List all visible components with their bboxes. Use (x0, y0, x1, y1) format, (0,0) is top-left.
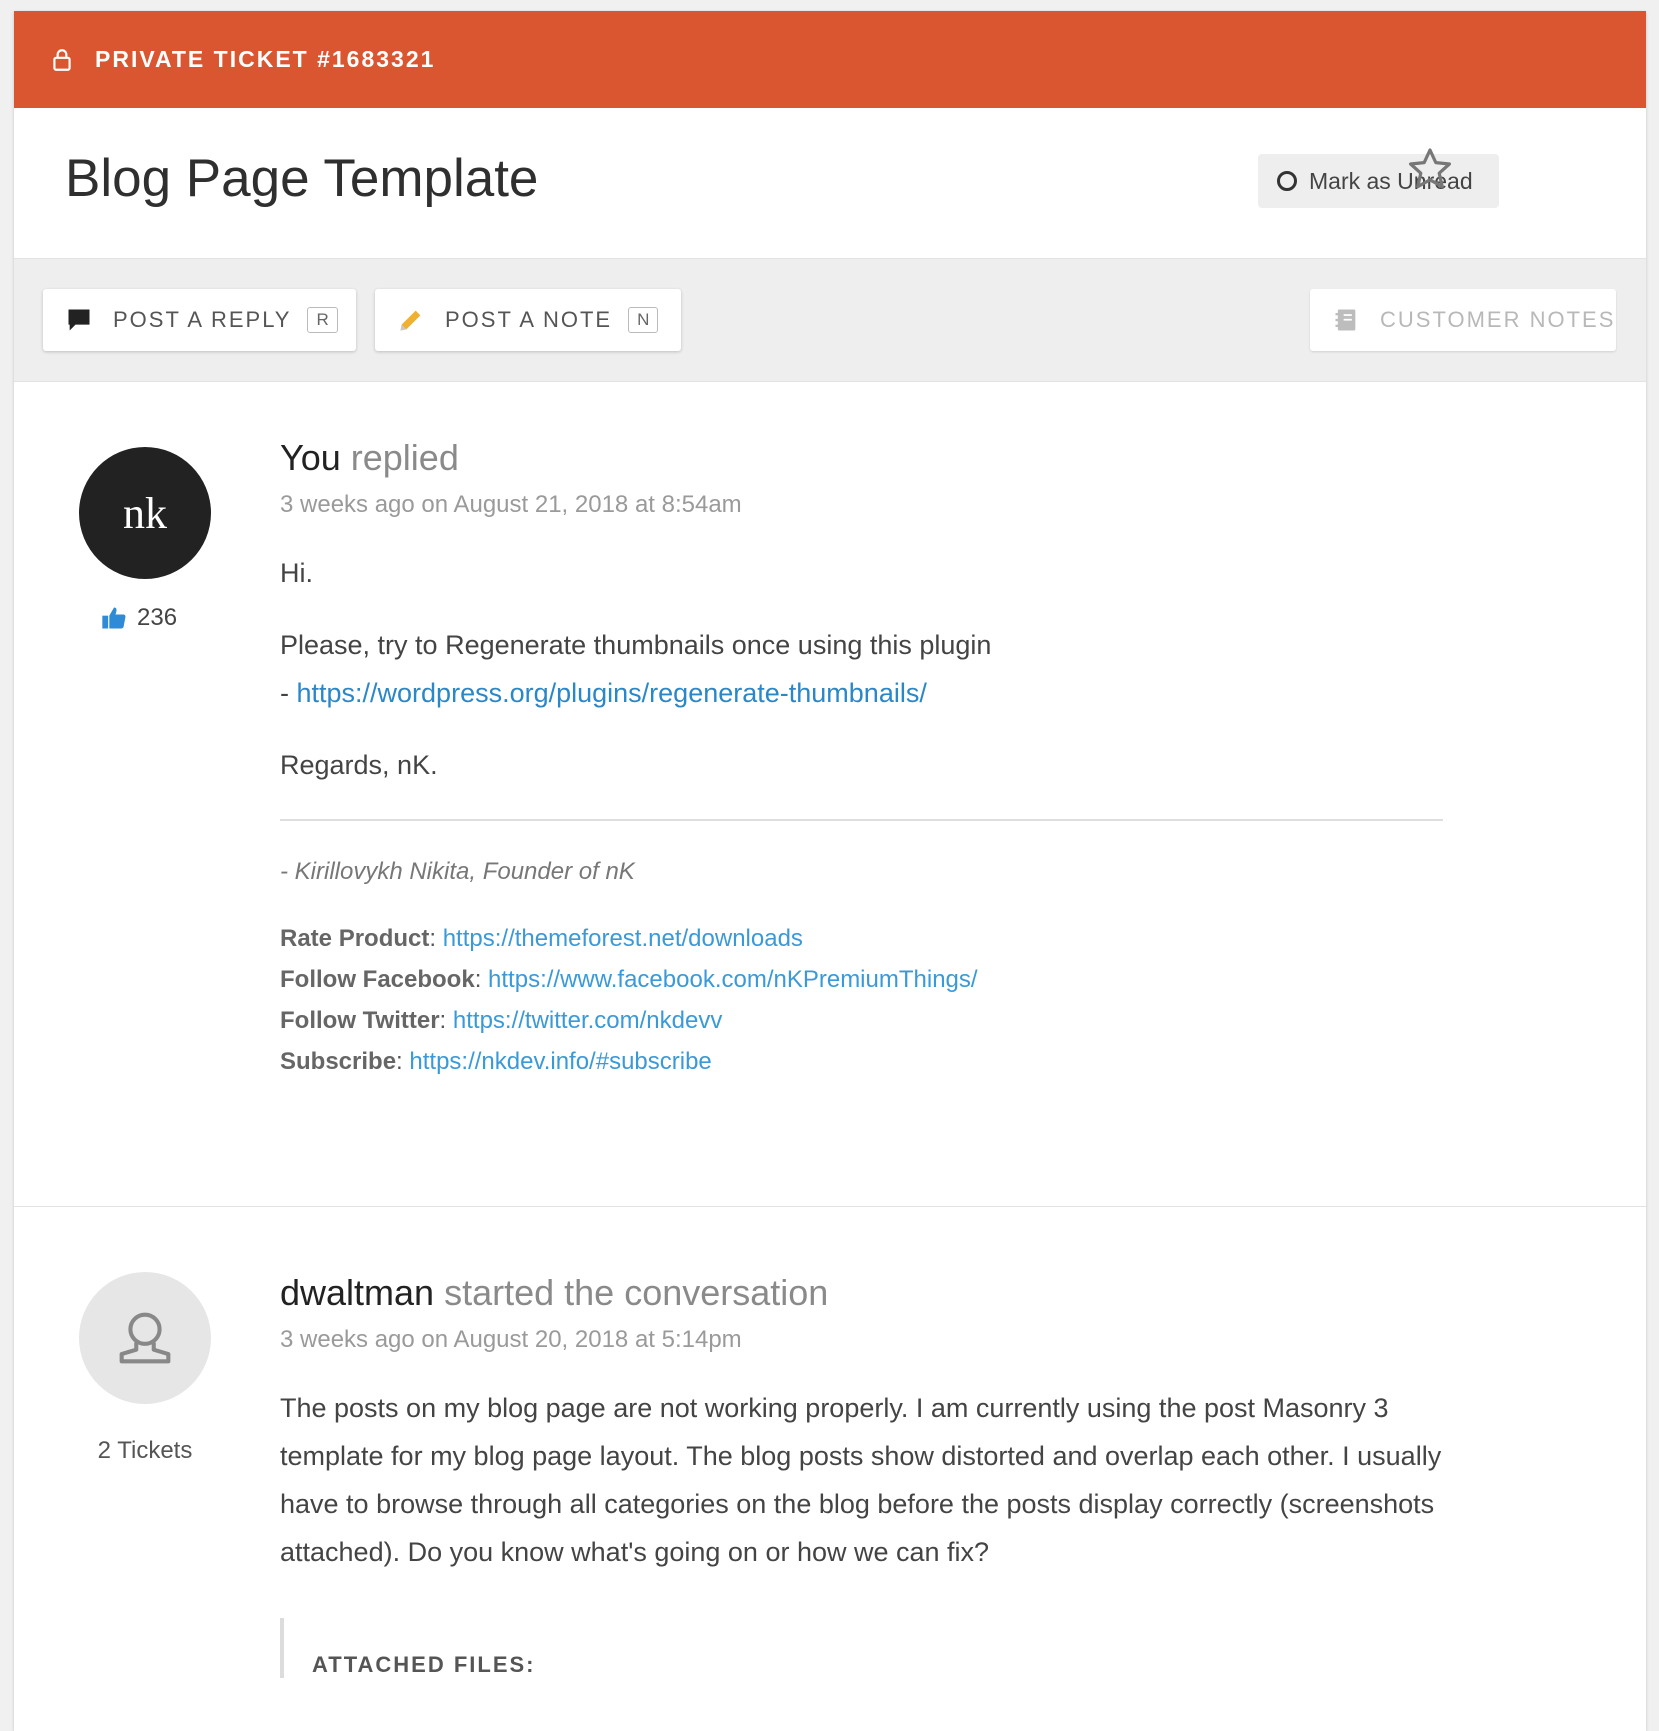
post-action: started the conversation (444, 1272, 829, 1313)
star-icon[interactable] (1406, 145, 1454, 193)
list-item: Subscribe: https://nkdev.info/#subscribe (280, 1048, 712, 1075)
lock-icon (53, 48, 71, 71)
link-label: Subscribe (280, 1048, 397, 1075)
subscribe-link[interactable]: https://nkdev.info/#subscribe (409, 1048, 711, 1075)
post-timestamp: 3 weeks ago on August 21, 2018 at 8:54am (280, 491, 742, 518)
avatar-initials: nk (123, 488, 167, 538)
ticket-count: 2 Tickets (97, 1437, 193, 1464)
link-label: Rate Product (280, 925, 430, 952)
circle-icon (1277, 171, 1297, 191)
body-text: The posts on my blog page are not workin… (280, 1393, 1442, 1567)
author-name[interactable]: dwaltman (280, 1272, 434, 1313)
list-item: Follow Twitter: https://twitter.com/nkde… (280, 1007, 723, 1034)
pencil-icon (400, 310, 421, 331)
post-reply-label: POST A REPLY (113, 307, 292, 332)
plugin-link[interactable]: https://wordpress.org/plugins/regenerate… (297, 678, 927, 708)
facebook-link[interactable]: https://www.facebook.com/nKPremiumThings… (488, 966, 978, 993)
note-shortcut-key: N (628, 307, 659, 333)
action-toolbar: POST A REPLY R POST A NOTE N CUSTOMER NO… (14, 259, 1646, 382)
avatar: nk (79, 447, 211, 579)
user-icon (119, 1312, 171, 1364)
list-item: Rate Product: https://themeforest.net/do… (280, 925, 803, 952)
title-bar: Blog Page Template Mark as Unread (14, 108, 1646, 259)
post-timestamp: 3 weeks ago on August 20, 2018 at 5:14pm (280, 1326, 742, 1353)
ticket-label: PRIVATE TICKET #1683321 (95, 46, 436, 72)
post-note-label: POST A NOTE (445, 307, 613, 332)
post-action: replied (350, 437, 459, 478)
body-line: Please, try to Regenerate thumbnails onc… (280, 630, 992, 660)
ticket-header-bar: PRIVATE TICKET #1683321 (14, 11, 1646, 108)
post-reply-button[interactable]: POST A REPLY R (43, 289, 356, 351)
signature-divider (280, 819, 1443, 821)
reply-shortcut-key: R (307, 307, 338, 333)
likes-count: 236 (100, 604, 177, 632)
list-item: Follow Facebook: https://www.facebook.co… (280, 966, 978, 993)
post-headline: You replied (280, 437, 1446, 479)
customer-notes-button[interactable]: CUSTOMER NOTES (1310, 289, 1616, 351)
likes-value: 236 (137, 604, 178, 631)
speech-bubble-icon (68, 309, 90, 331)
notebook-icon (1335, 309, 1356, 331)
rate-product-link[interactable]: https://themeforest.net/downloads (443, 925, 803, 952)
signature-text: - Kirillovykh Nikita, Founder of nK (280, 858, 635, 885)
avatar (79, 1272, 211, 1404)
attached-files-heading: ATTACHED FILES: (280, 1618, 1446, 1678)
customer-notes-label: CUSTOMER NOTES (1380, 307, 1616, 332)
ticket-card: PRIVATE TICKET #1683321 Blog Page Templa… (14, 11, 1646, 1731)
author-name: You (280, 437, 341, 478)
link-label: Follow Twitter (280, 1007, 440, 1034)
post-content: dwaltman started the conversation 3 week… (280, 1272, 1446, 1678)
link-label: Follow Facebook (280, 966, 475, 993)
body-dash: - (280, 678, 297, 708)
greeting-text: Hi. (280, 558, 313, 588)
signature-links: Rate Product: https://themeforest.net/do… (280, 918, 1446, 1082)
reply-post: nk 236 You replied 3 weeks ago on August… (14, 382, 1646, 1207)
closing-text: Regards, nK. (280, 750, 438, 780)
post-headline: dwaltman started the conversation (280, 1272, 1446, 1314)
page-title: Blog Page Template (65, 149, 539, 208)
thumbs-up-icon (102, 607, 126, 629)
twitter-link[interactable]: https://twitter.com/nkdevv (453, 1007, 722, 1034)
body-text: Please, try to Regenerate thumbnails onc… (280, 621, 1446, 717)
mark-as-unread-button[interactable]: Mark as Unread (1258, 154, 1499, 208)
post-content: You replied 3 weeks ago on August 21, 20… (280, 437, 1446, 1082)
post-note-button[interactable]: POST A NOTE N (375, 289, 681, 351)
